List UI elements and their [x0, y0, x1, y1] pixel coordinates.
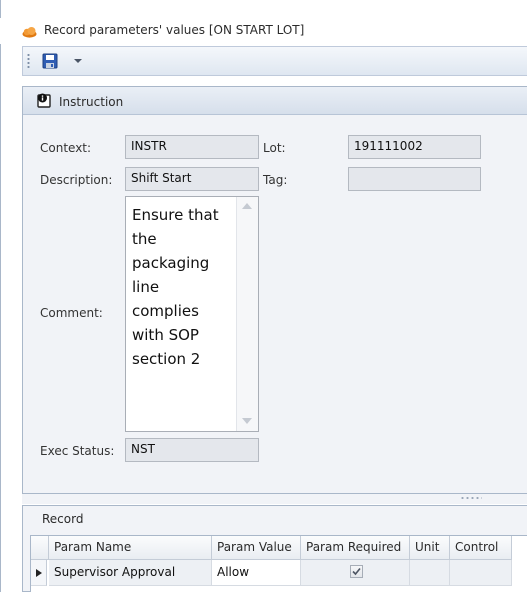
- column-header-param-value[interactable]: Param Value: [212, 536, 301, 560]
- current-row-arrow-icon: [36, 569, 42, 577]
- lot-label: Lot:: [263, 141, 286, 155]
- instruction-info-icon: [37, 93, 51, 108]
- scroll-down-arrow-icon[interactable]: [242, 418, 252, 424]
- description-field[interactable]: Shift Start: [125, 167, 259, 191]
- save-icon: [42, 53, 58, 69]
- scroll-up-arrow-icon[interactable]: [242, 203, 252, 209]
- context-label: Context:: [40, 141, 92, 155]
- toolbar-grip[interactable]: [27, 53, 30, 69]
- panel-splitter[interactable]: [22, 494, 527, 504]
- comment-label: Comment:: [40, 306, 103, 320]
- description-label: Description:: [40, 173, 113, 187]
- param-required-checkbox[interactable]: [350, 565, 363, 578]
- column-header-param-required[interactable]: Param Required: [301, 536, 410, 560]
- lot-field[interactable]: 191111002: [348, 135, 481, 159]
- instruction-panel-title: Instruction: [59, 95, 124, 109]
- tag-field[interactable]: [348, 167, 481, 191]
- tag-label: Tag:: [263, 173, 288, 187]
- context-field[interactable]: INSTR: [125, 135, 259, 159]
- toolbar: [22, 46, 527, 76]
- exec-status-field[interactable]: NST: [125, 438, 259, 462]
- exec-status-label: Exec Status:: [40, 444, 115, 458]
- checkmark-icon: [352, 567, 361, 576]
- column-header-param-name[interactable]: Param Name: [49, 536, 212, 560]
- cloud-icon: [22, 27, 37, 38]
- table-cell-unit[interactable]: [410, 560, 450, 586]
- table-cell-control[interactable]: [450, 560, 512, 586]
- record-panel-title: Record: [42, 512, 84, 526]
- column-header-control[interactable]: Control: [450, 536, 512, 560]
- table-cell-param-value[interactable]: Allow: [212, 560, 301, 586]
- column-header-unit[interactable]: Unit: [410, 536, 450, 560]
- grid-row-header-column: [31, 536, 49, 560]
- window-title: Record parameters' values [ON START LOT]: [44, 23, 305, 37]
- table-cell-param-name[interactable]: Supervisor Approval: [49, 560, 212, 586]
- splitter-grip-icon[interactable]: [460, 497, 482, 499]
- comment-text: Ensure that the packaging line complies …: [132, 206, 219, 368]
- chevron-down-icon[interactable]: [74, 58, 82, 64]
- comment-scrollbar[interactable]: [236, 197, 258, 431]
